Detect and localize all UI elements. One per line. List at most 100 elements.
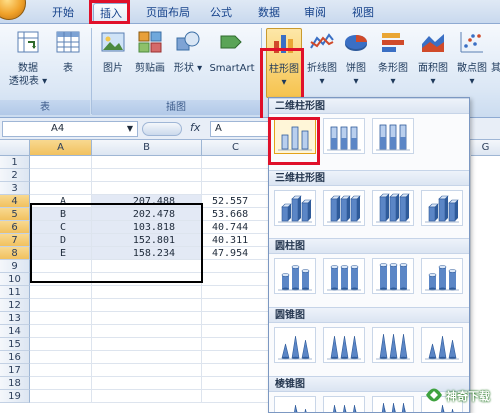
row-header[interactable]: 16 <box>0 351 30 364</box>
select-all-corner[interactable] <box>0 140 30 156</box>
empty-cell[interactable] <box>202 312 270 325</box>
empty-cell[interactable] <box>92 169 202 182</box>
cell-c8[interactable]: 47.954 <box>202 247 270 260</box>
column-header-c[interactable]: C <box>202 140 270 156</box>
clipart-button[interactable]: 剪贴画 <box>130 28 170 98</box>
clustered-pyramid-option[interactable] <box>274 396 316 412</box>
column-header-g[interactable]: G <box>471 140 500 156</box>
empty-cell[interactable] <box>30 286 92 299</box>
empty-cell[interactable] <box>202 260 270 273</box>
bar-chart-button[interactable]: 条形图 ▾ <box>373 28 413 98</box>
office-button[interactable] <box>0 0 26 20</box>
empty-cell[interactable] <box>92 338 202 351</box>
cell-c6[interactable]: 40.744 <box>202 221 270 234</box>
empty-cell[interactable] <box>30 182 92 195</box>
empty-cell[interactable] <box>202 390 270 403</box>
line-chart-button[interactable]: 折线图 ▾ <box>305 28 339 98</box>
tab-data[interactable]: 数据 <box>252 3 286 24</box>
row-header[interactable]: 18 <box>0 377 30 390</box>
empty-cell[interactable] <box>202 156 270 169</box>
empty-cell[interactable] <box>30 364 92 377</box>
empty-cell[interactable] <box>202 299 270 312</box>
100-stacked-pyramid-option[interactable] <box>372 396 414 412</box>
cell-c4[interactable]: 52.557 <box>202 195 270 208</box>
tab-formulas[interactable]: 公式 <box>204 3 238 24</box>
row-header[interactable]: 5 <box>0 208 30 221</box>
stacked-cone-option[interactable] <box>323 327 365 363</box>
empty-cell[interactable] <box>202 377 270 390</box>
row-header[interactable]: 10 <box>0 273 30 286</box>
row-header[interactable]: 2 <box>0 169 30 182</box>
empty-cell[interactable] <box>202 273 270 286</box>
tab-view[interactable]: 视图 <box>346 3 380 24</box>
tab-home[interactable]: 开始 <box>46 3 80 24</box>
cell-c5[interactable]: 53.668 <box>202 208 270 221</box>
3d-clustered-column-option[interactable] <box>274 190 316 226</box>
empty-cell[interactable] <box>30 156 92 169</box>
100-stacked-cone-option[interactable] <box>372 327 414 363</box>
3d-cone-option[interactable] <box>421 327 463 363</box>
empty-cell[interactable] <box>202 351 270 364</box>
empty-cell[interactable] <box>92 390 202 403</box>
tab-review[interactable]: 审阅 <box>298 3 332 24</box>
empty-cell[interactable] <box>92 182 202 195</box>
empty-cell[interactable] <box>92 286 202 299</box>
tab-page-layout[interactable]: 页面布局 <box>140 3 196 24</box>
row-header[interactable]: 11 <box>0 286 30 299</box>
formula-input[interactable]: A <box>210 121 270 137</box>
empty-cell[interactable] <box>92 299 202 312</box>
empty-cell[interactable] <box>202 338 270 351</box>
empty-cell[interactable] <box>202 182 270 195</box>
name-box-dropdown-icon[interactable]: ▼ <box>127 122 133 136</box>
empty-cell[interactable] <box>30 325 92 338</box>
100-stacked-column-option[interactable] <box>372 118 414 154</box>
area-chart-button[interactable]: 面积图 ▾ <box>413 28 453 98</box>
column-header-b[interactable]: B <box>92 140 202 156</box>
3d-column-option[interactable] <box>421 190 463 226</box>
empty-cell[interactable] <box>92 325 202 338</box>
stacked-pyramid-option[interactable] <box>323 396 365 412</box>
row-header[interactable]: 19 <box>0 390 30 403</box>
table-button[interactable]: 表 <box>54 28 82 98</box>
smartart-button[interactable]: SmartArt <box>206 28 258 98</box>
shapes-button[interactable]: 形状 ▾ <box>170 28 206 98</box>
empty-cell[interactable] <box>30 299 92 312</box>
empty-cell[interactable] <box>30 312 92 325</box>
empty-cell[interactable] <box>92 351 202 364</box>
empty-cell[interactable] <box>202 364 270 377</box>
empty-cell[interactable] <box>202 286 270 299</box>
empty-cell[interactable] <box>202 325 270 338</box>
row-header[interactable]: 14 <box>0 325 30 338</box>
empty-cell[interactable] <box>92 156 202 169</box>
row-header[interactable]: 8 <box>0 247 30 260</box>
empty-cell[interactable] <box>202 169 270 182</box>
empty-cell[interactable] <box>30 351 92 364</box>
clustered-cylinder-option[interactable] <box>274 258 316 294</box>
row-header[interactable]: 13 <box>0 312 30 325</box>
3d-cylinder-option[interactable] <box>421 258 463 294</box>
3d-stacked-column-option[interactable] <box>323 190 365 226</box>
name-box[interactable]: A4 ▼ <box>2 121 138 137</box>
row-header[interactable]: 17 <box>0 364 30 377</box>
empty-cell[interactable] <box>30 338 92 351</box>
stacked-column-option[interactable] <box>323 118 365 154</box>
row-header[interactable]: 4 <box>0 195 30 208</box>
row-header[interactable]: 15 <box>0 338 30 351</box>
row-header[interactable]: 6 <box>0 221 30 234</box>
empty-cell[interactable] <box>30 377 92 390</box>
fx-icon[interactable]: fx <box>190 121 200 134</box>
clustered-cone-option[interactable] <box>274 327 316 363</box>
empty-cell[interactable] <box>92 364 202 377</box>
empty-cell[interactable] <box>30 169 92 182</box>
formula-bar-splitter[interactable] <box>142 122 182 136</box>
empty-cell[interactable] <box>92 312 202 325</box>
100-stacked-cylinder-option[interactable] <box>372 258 414 294</box>
column-header-a[interactable]: A <box>30 140 92 156</box>
pivot-table-button[interactable]: 数据 透视表 ▾ <box>4 28 52 98</box>
scatter-chart-button[interactable]: 散点图 ▾ <box>453 28 491 98</box>
row-header[interactable]: 7 <box>0 234 30 247</box>
empty-cell[interactable] <box>92 377 202 390</box>
row-header[interactable]: 9 <box>0 260 30 273</box>
pie-chart-button[interactable]: 饼图 ▾ <box>339 28 373 98</box>
cell-c7[interactable]: 40.311 <box>202 234 270 247</box>
